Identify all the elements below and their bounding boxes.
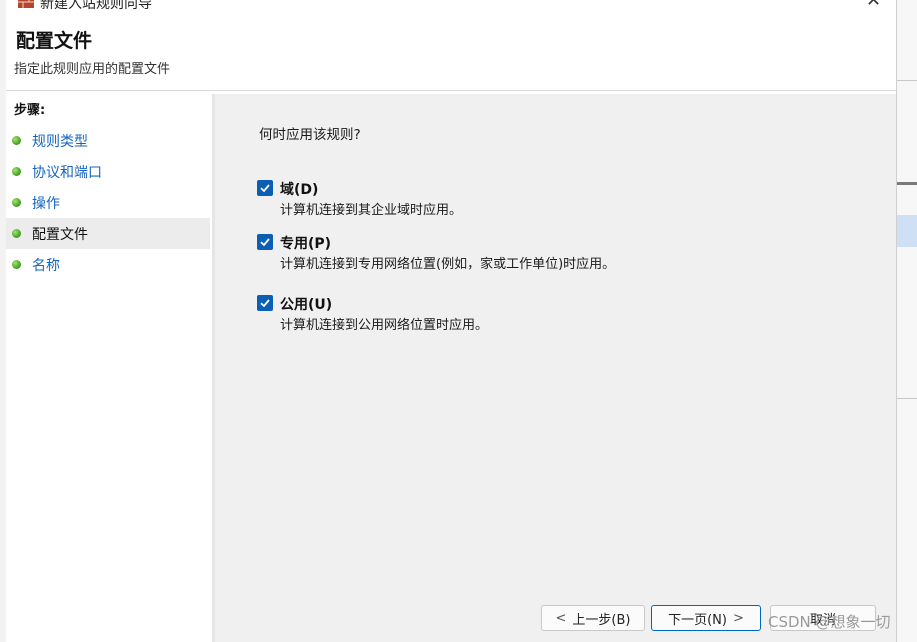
chevron-left-icon: < bbox=[555, 610, 567, 626]
bg-selected-row bbox=[897, 215, 917, 247]
content-panel: 何时应用该规则? 域(D) 计算机连接到其企业域时应用。 专用(P) 计算机连接… bbox=[215, 94, 896, 642]
step-rule-type[interactable]: 规则类型 bbox=[6, 125, 210, 156]
step-label: 规则类型 bbox=[32, 134, 88, 150]
checkbox-check-icon bbox=[260, 184, 270, 193]
domain-description: 计算机连接到其企业域时应用。 bbox=[280, 203, 463, 218]
back-button[interactable]: < 上一步(B) bbox=[541, 605, 645, 631]
public-checkbox[interactable] bbox=[257, 295, 273, 311]
background-window-right bbox=[896, 0, 917, 642]
steps-panel: 步骤: 规则类型 协议和端口 操作 配置文件 名称 bbox=[6, 94, 212, 642]
step-profile[interactable]: 配置文件 bbox=[6, 218, 210, 249]
step-label: 配置文件 bbox=[32, 227, 88, 243]
header-divider bbox=[6, 90, 896, 91]
question-text: 何时应用该规则? bbox=[259, 127, 361, 143]
chevron-right-icon: > bbox=[732, 610, 744, 626]
wizard-header: 配置文件 指定此规则应用的配置文件 bbox=[6, 14, 896, 90]
step-dot-icon bbox=[12, 229, 21, 238]
step-label: 协议和端口 bbox=[32, 165, 102, 181]
page-subtitle: 指定此规则应用的配置文件 bbox=[14, 62, 171, 77]
private-checkbox[interactable] bbox=[257, 234, 273, 250]
domain-checkbox[interactable] bbox=[257, 180, 273, 196]
steps-title: 步骤: bbox=[14, 103, 46, 118]
step-protocol-port[interactable]: 协议和端口 bbox=[6, 156, 210, 187]
next-button-label: 下一页(N) bbox=[668, 612, 727, 628]
watermark: CSDN @想象一切 bbox=[768, 613, 891, 631]
checkbox-check-icon bbox=[260, 299, 270, 308]
step-action[interactable]: 操作 bbox=[6, 187, 210, 218]
public-description: 计算机连接到公用网络位置时应用。 bbox=[280, 318, 489, 333]
bg-divider bbox=[897, 182, 917, 185]
bg-divider bbox=[897, 398, 917, 399]
private-label[interactable]: 专用(P) bbox=[280, 233, 331, 253]
new-inbound-rule-wizard: 新建入站规则向导 ✕ 配置文件 指定此规则应用的配置文件 步骤: 规则类型 协议… bbox=[6, 0, 896, 642]
bg-divider bbox=[897, 80, 917, 81]
close-icon[interactable]: ✕ bbox=[866, 0, 881, 10]
step-dot-icon bbox=[12, 136, 21, 145]
public-label[interactable]: 公用(U) bbox=[280, 294, 332, 314]
title-bar: 新建入站规则向导 ✕ bbox=[6, 0, 896, 14]
page-title: 配置文件 bbox=[16, 30, 93, 52]
step-dot-icon bbox=[12, 198, 21, 207]
domain-label[interactable]: 域(D) bbox=[280, 179, 318, 199]
step-dot-icon bbox=[12, 260, 21, 269]
next-button[interactable]: 下一页(N) > bbox=[651, 605, 761, 631]
step-dot-icon bbox=[12, 167, 21, 176]
window-title: 新建入站规则向导 bbox=[40, 0, 152, 12]
step-label: 操作 bbox=[32, 196, 60, 212]
step-name[interactable]: 名称 bbox=[6, 249, 210, 280]
private-description: 计算机连接到专用网络位置(例如，家或工作单位)时应用。 bbox=[280, 257, 616, 272]
checkbox-check-icon bbox=[260, 238, 270, 247]
step-label: 名称 bbox=[32, 258, 60, 274]
back-button-label: 上一步(B) bbox=[572, 612, 631, 628]
firewall-brick-icon bbox=[18, 0, 34, 8]
